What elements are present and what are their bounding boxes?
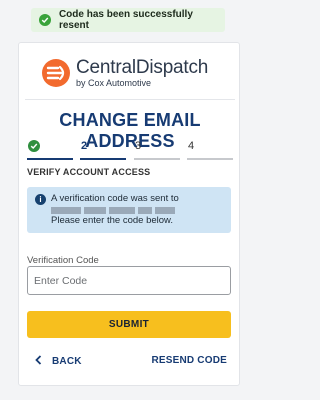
step-1-bar bbox=[27, 158, 73, 160]
info-line-1: A verification code was sent to bbox=[51, 193, 179, 204]
step-3-label: 3 bbox=[135, 140, 142, 152]
toast-message: Code has been successfully resent bbox=[58, 9, 193, 31]
verification-code-input[interactable] bbox=[27, 266, 231, 295]
success-toast: Code has been successfully resent bbox=[31, 8, 225, 32]
submit-button[interactable]: SUBMIT bbox=[27, 311, 231, 338]
step-1 bbox=[27, 140, 73, 162]
brand-name: CentralDispatch bbox=[76, 57, 209, 78]
step-4-label: 4 bbox=[188, 140, 195, 152]
resend-code-link[interactable]: RESEND CODE bbox=[151, 355, 227, 366]
brand-tagline: by Cox Automotive bbox=[76, 78, 152, 88]
step-2: 2 bbox=[80, 140, 126, 162]
info-icon: i bbox=[35, 194, 46, 205]
step-2-label: 2 bbox=[81, 140, 88, 152]
step-4-bar bbox=[187, 158, 233, 160]
step-2-bar bbox=[80, 158, 126, 160]
step-heading: VERIFY ACCOUNT ACCESS bbox=[27, 167, 151, 177]
chevron-left-icon bbox=[35, 355, 42, 368]
verification-code-label: Verification Code bbox=[27, 255, 99, 266]
step-complete-check-icon bbox=[28, 140, 40, 152]
back-button[interactable]: BACK bbox=[35, 355, 82, 368]
step-4: 4 bbox=[187, 140, 233, 162]
progress-stepper: 2 3 4 bbox=[27, 140, 233, 162]
change-email-card: CentralDispatch by Cox Automotive CHANGE… bbox=[18, 42, 240, 386]
step-3: 3 bbox=[134, 140, 180, 162]
brand-logo: CentralDispatch by Cox Automotive bbox=[41, 55, 221, 91]
central-dispatch-logo-icon bbox=[42, 59, 70, 87]
check-circle-icon bbox=[39, 14, 51, 26]
info-line-2: Please enter the code below. bbox=[51, 215, 174, 226]
info-alert: i A verification code was sent to Please… bbox=[27, 187, 231, 233]
back-label: BACK bbox=[52, 356, 82, 367]
redacted-email bbox=[51, 207, 225, 214]
step-3-bar bbox=[134, 158, 180, 160]
header-divider bbox=[25, 99, 235, 100]
